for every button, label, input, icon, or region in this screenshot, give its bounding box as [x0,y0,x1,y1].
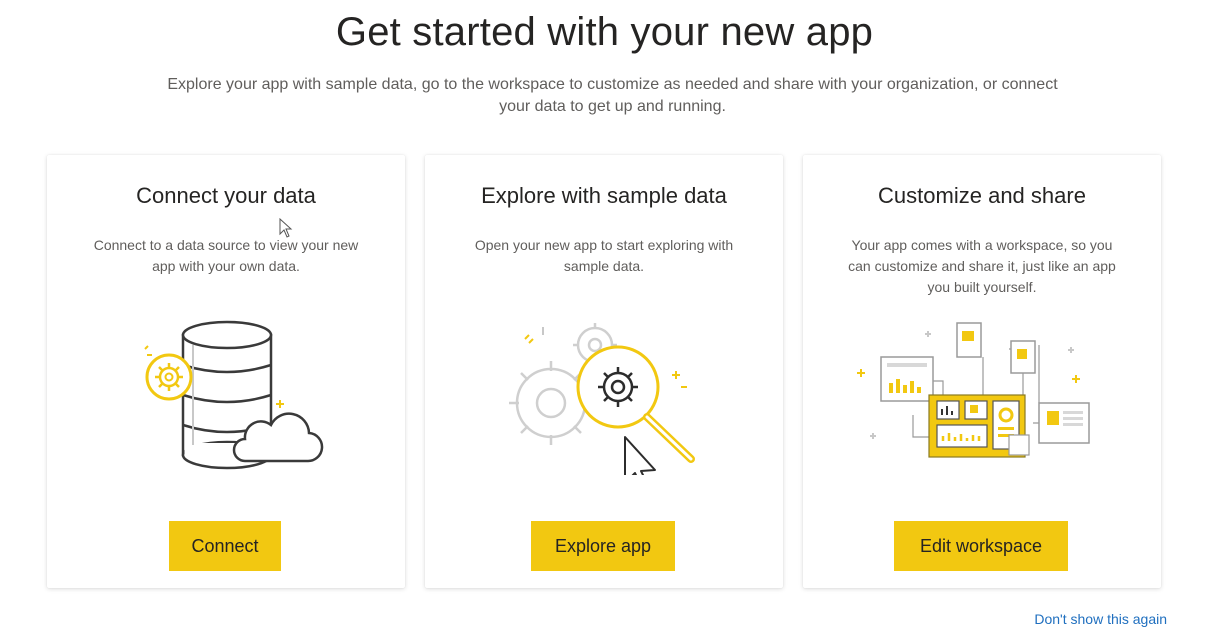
page-title: Get started with your new app [335,10,874,54]
connect-data-card: Connect your data Connect to a data sour… [47,155,405,588]
gear-magnifier-icon [425,305,783,475]
database-cloud-icon [47,305,405,475]
page-subtitle: Explore your app with sample data, go to… [167,76,1058,115]
mouse-cursor-icon [279,218,293,238]
workspace-dashboard-icon [803,305,1161,475]
explore-app-button[interactable]: Explore app [531,521,675,571]
edit-workspace-button[interactable]: Edit workspace [894,521,1068,571]
card-title: Explore with sample data [481,183,727,208]
dont-show-again-link[interactable]: Don't show this again [1034,611,1167,627]
customize-share-card: Customize and share Your app comes with … [803,155,1161,588]
card-title: Connect your data [136,183,316,208]
card-description: Your app comes with a workspace, so you … [848,237,1116,295]
connect-button[interactable]: Connect [169,521,281,571]
explore-sample-card: Explore with sample data Open your new a… [425,155,783,588]
card-description: Open your new app to start exploring wit… [474,237,734,274]
card-description: Connect to a data source to view your ne… [93,237,359,274]
card-title: Customize and share [878,183,1086,208]
